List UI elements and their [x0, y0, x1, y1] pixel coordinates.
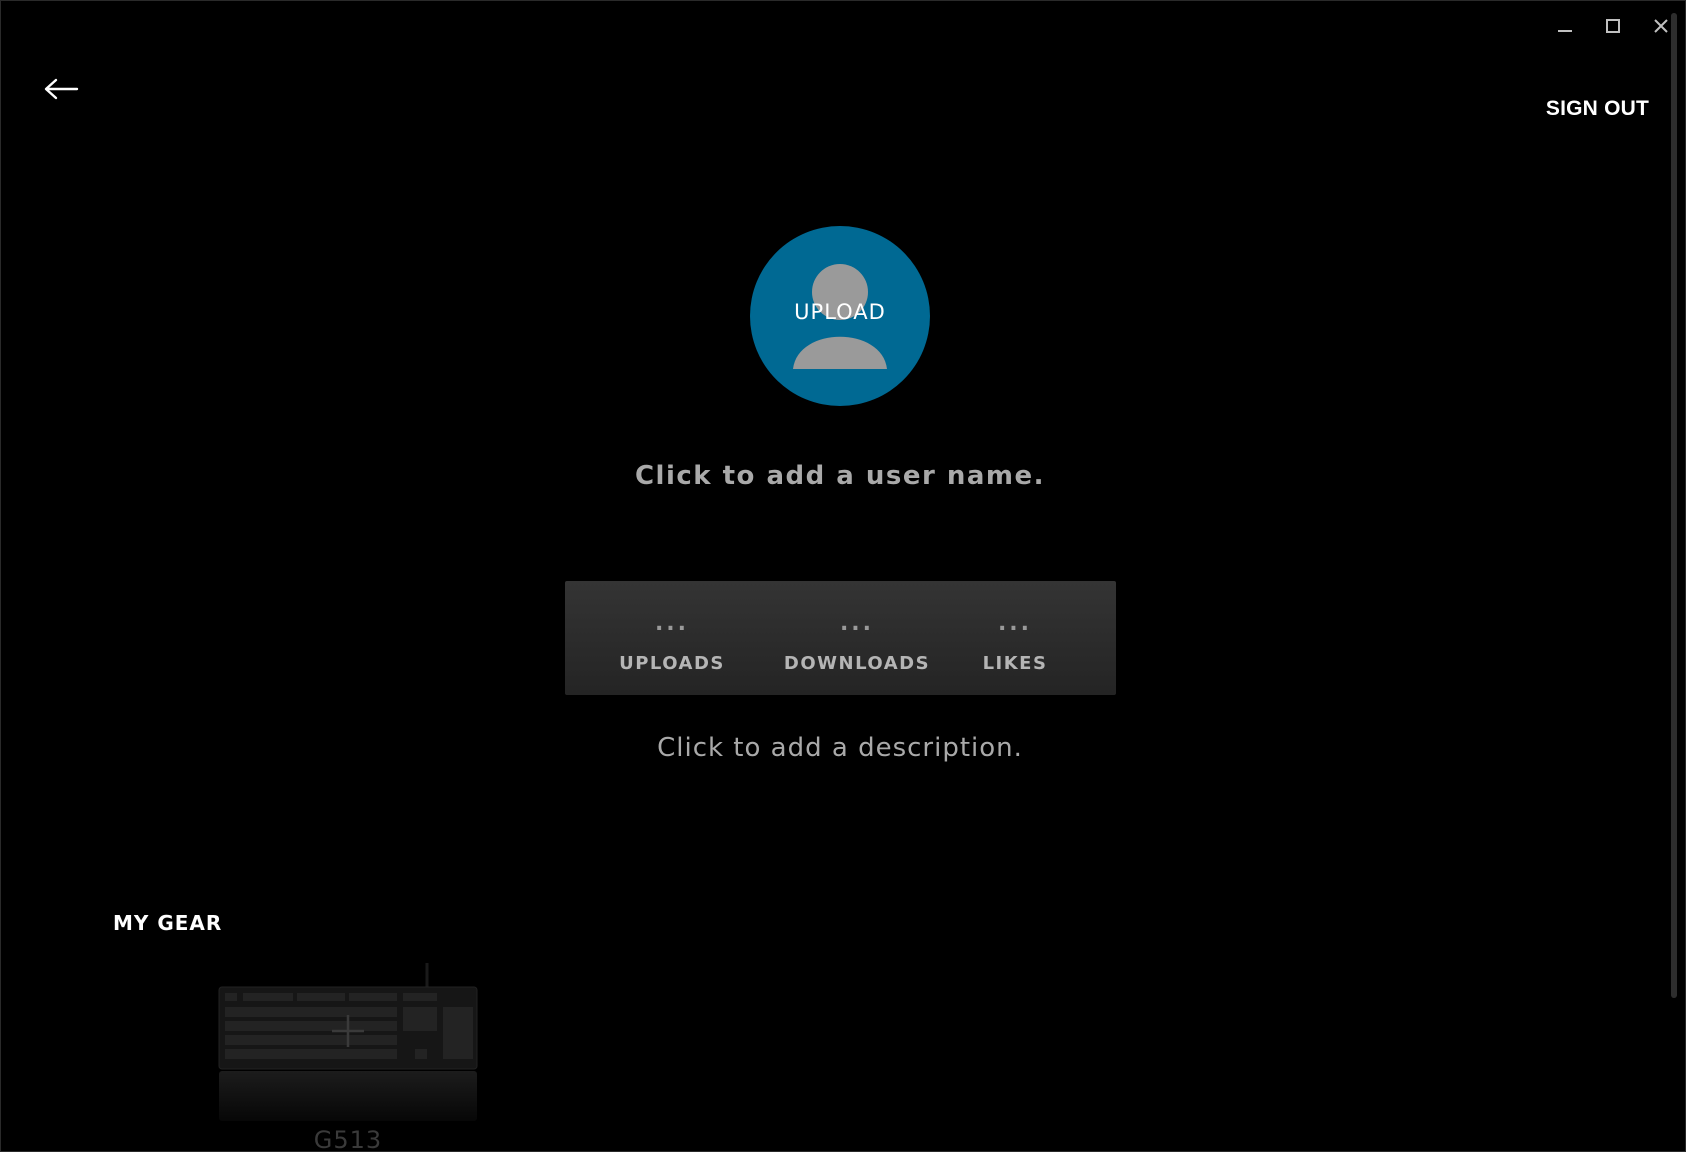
- close-button[interactable]: [1637, 11, 1685, 41]
- back-button[interactable]: [41, 71, 81, 107]
- stat-value: ...: [997, 611, 1033, 636]
- minimize-button[interactable]: [1541, 11, 1589, 41]
- window-controls: [1541, 11, 1685, 41]
- maximize-icon: [1606, 19, 1620, 33]
- stat-likes[interactable]: ... LIKES: [965, 581, 1065, 695]
- back-arrow-icon: [44, 78, 79, 100]
- stat-value: ...: [839, 611, 875, 636]
- app-window: SIGN OUT UPLOAD Click to add a user name…: [0, 0, 1686, 1152]
- avatar-upload-label: UPLOAD: [794, 300, 886, 324]
- stats-panel: ... UPLOADS ... DOWNLOADS ... LIKES: [565, 581, 1116, 695]
- sign-out-button[interactable]: SIGN OUT: [1546, 97, 1649, 121]
- stat-label: UPLOADS: [619, 653, 725, 674]
- avatar-upload[interactable]: UPLOAD: [750, 226, 930, 406]
- my-gear-heading: MY GEAR: [113, 911, 223, 935]
- scrollbar-thumb[interactable]: [1671, 13, 1677, 998]
- gear-item-name: G513: [313, 1126, 383, 1152]
- stat-value: ...: [654, 611, 690, 636]
- scrollbar[interactable]: [1671, 13, 1677, 998]
- description-field[interactable]: Click to add a description.: [1, 733, 1679, 763]
- minimize-icon: [1558, 30, 1572, 32]
- gear-item-g513[interactable]: G513: [217, 963, 479, 1152]
- stat-downloads[interactable]: ... DOWNLOADS: [783, 581, 931, 695]
- close-icon: [1654, 19, 1668, 33]
- stat-label: LIKES: [982, 653, 1048, 674]
- stat-label: DOWNLOADS: [783, 653, 931, 674]
- stat-uploads[interactable]: ... UPLOADS: [613, 581, 731, 695]
- username-field[interactable]: Click to add a user name.: [1, 461, 1679, 491]
- keyboard-icon: [218, 963, 478, 1121]
- maximize-button[interactable]: [1589, 11, 1637, 41]
